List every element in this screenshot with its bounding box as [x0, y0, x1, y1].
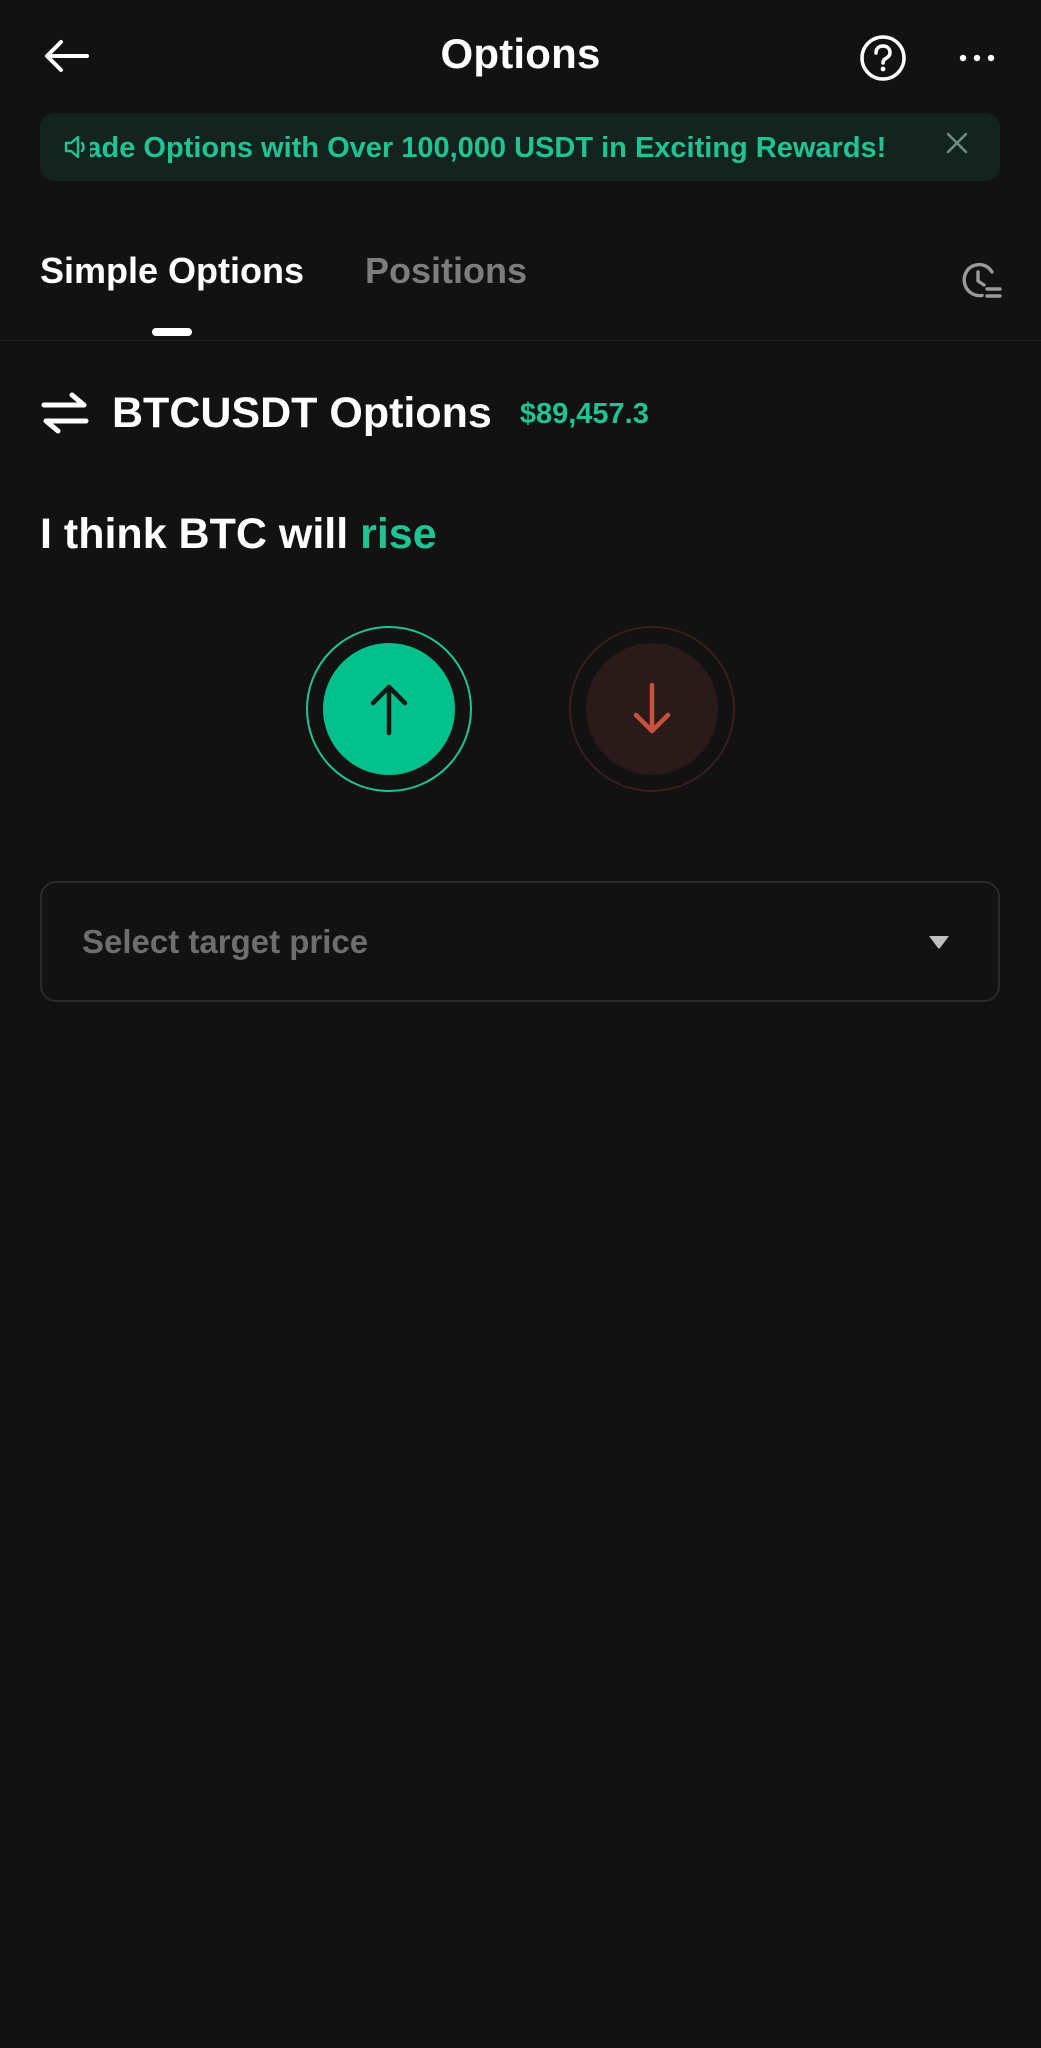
history-button[interactable] [958, 258, 1004, 304]
banner-close-button[interactable] [944, 130, 970, 161]
question-circle-icon [860, 35, 906, 81]
prediction-text: I think BTC will rise [40, 510, 437, 559]
tab-bar: Simple Options Positions [0, 230, 1041, 341]
rise-button-inner [323, 643, 455, 775]
clock-history-icon [962, 262, 1002, 298]
rise-button[interactable] [306, 626, 472, 792]
prediction-prefix: I think BTC will [40, 510, 349, 558]
promo-banner[interactable]: Trade Options with Over 100,000 USDT in … [40, 113, 1000, 181]
tab-positions[interactable]: Positions [365, 250, 527, 292]
target-price-select[interactable]: Select target price [40, 881, 1000, 1002]
more-dots-icon [959, 54, 995, 62]
arrow-up-icon [370, 684, 408, 736]
caret-down-icon [929, 936, 949, 949]
active-tab-indicator [152, 328, 192, 336]
pair-row: BTCUSDT Options $89,457.3 [40, 385, 649, 441]
swap-arrows-icon[interactable] [40, 391, 90, 435]
speaker-icon [62, 133, 90, 161]
fall-button-inner [586, 643, 718, 775]
pair-price: $89,457.3 [519, 397, 649, 430]
more-button[interactable] [952, 33, 1002, 83]
arrow-down-icon [633, 682, 671, 734]
target-price-placeholder: Select target price [82, 923, 369, 960]
header: Options [0, 0, 1041, 112]
help-button[interactable] [858, 33, 908, 83]
fall-button[interactable] [569, 626, 735, 792]
banner-marquee: Trade Options with Over 100,000 USDT in … [90, 113, 960, 181]
tab-simple-options[interactable]: Simple Options [40, 250, 304, 292]
close-icon [946, 132, 968, 154]
banner-text: Trade Options with Over 100,000 USDT in … [90, 132, 887, 164]
prediction-direction: rise [360, 510, 437, 558]
pair-title[interactable]: BTCUSDT Options [112, 389, 492, 438]
